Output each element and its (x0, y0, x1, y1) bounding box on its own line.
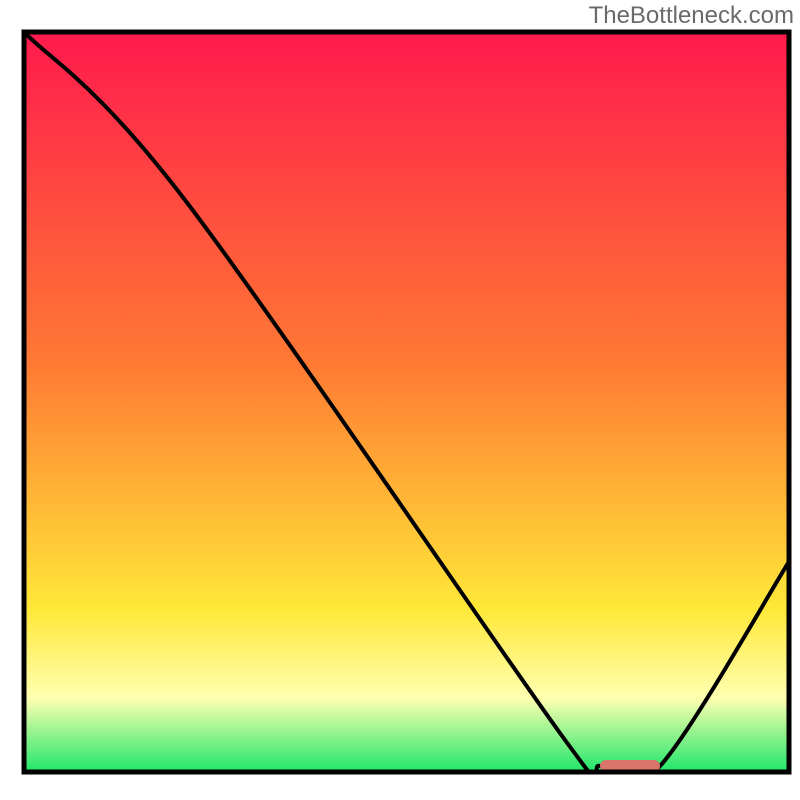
watermark-text: TheBottleneck.com (589, 2, 794, 30)
chart-svg (0, 0, 800, 800)
chart-container: TheBottleneck.com (0, 0, 800, 800)
